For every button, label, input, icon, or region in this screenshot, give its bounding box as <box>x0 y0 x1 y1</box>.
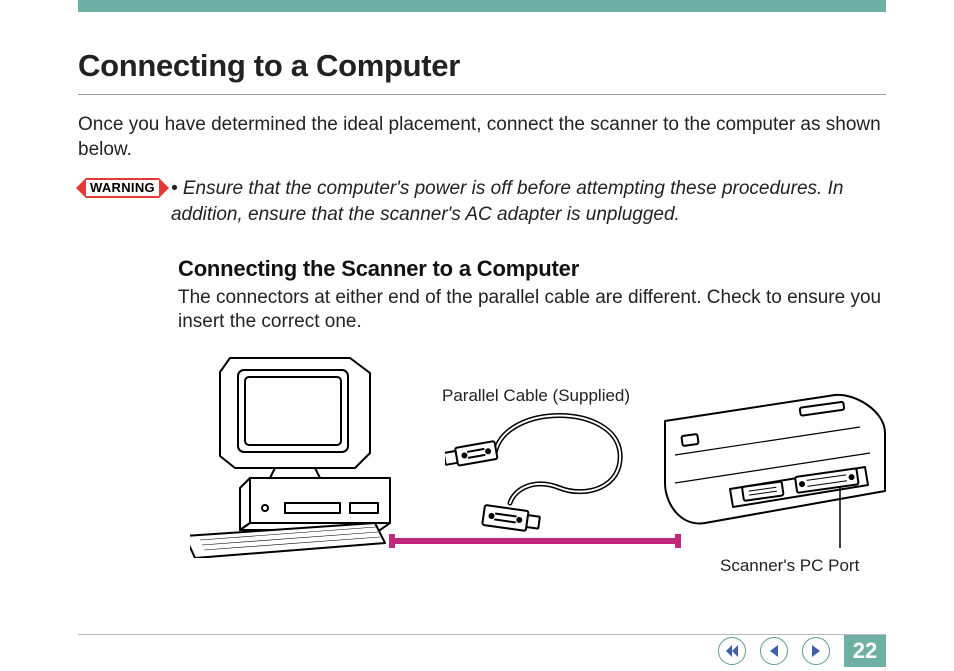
page-footer: 22 <box>718 635 886 667</box>
warning-text: • Ensure that the computer's power is of… <box>171 176 886 227</box>
page-content: Connecting to a Computer Once you have d… <box>78 48 886 335</box>
warning-label: WARNING <box>86 178 159 198</box>
cable-label: Parallel Cable (Supplied) <box>442 386 630 406</box>
nav-next-button[interactable] <box>802 637 830 665</box>
subsection: Connecting the Scanner to a Computer The… <box>178 256 886 335</box>
magenta-connector-line <box>389 538 681 544</box>
rewind-icon <box>724 643 740 659</box>
connection-diagram: Parallel Cable (Supplied) Scanner's PC P… <box>190 348 890 578</box>
header-accent-bar <box>78 0 886 12</box>
nav-first-button[interactable] <box>718 637 746 665</box>
subsection-heading: Connecting the Scanner to a Computer <box>178 256 886 282</box>
scanner-illustration <box>660 393 890 563</box>
chevron-left-icon <box>767 644 781 658</box>
magenta-cap-right <box>675 534 681 548</box>
page-title: Connecting to a Computer <box>78 48 886 84</box>
port-label: Scanner's PC Port <box>720 556 859 576</box>
title-rule <box>78 94 886 95</box>
page-number: 22 <box>844 635 886 667</box>
intro-paragraph: Once you have determined the ideal place… <box>78 113 886 162</box>
subsection-body: The connectors at either end of the para… <box>178 286 886 335</box>
nav-prev-button[interactable] <box>760 637 788 665</box>
chevron-right-icon <box>809 644 823 658</box>
warning-block: WARNING • Ensure that the computer's pow… <box>78 176 886 227</box>
computer-illustration <box>190 348 410 558</box>
warning-badge: WARNING <box>86 178 159 198</box>
